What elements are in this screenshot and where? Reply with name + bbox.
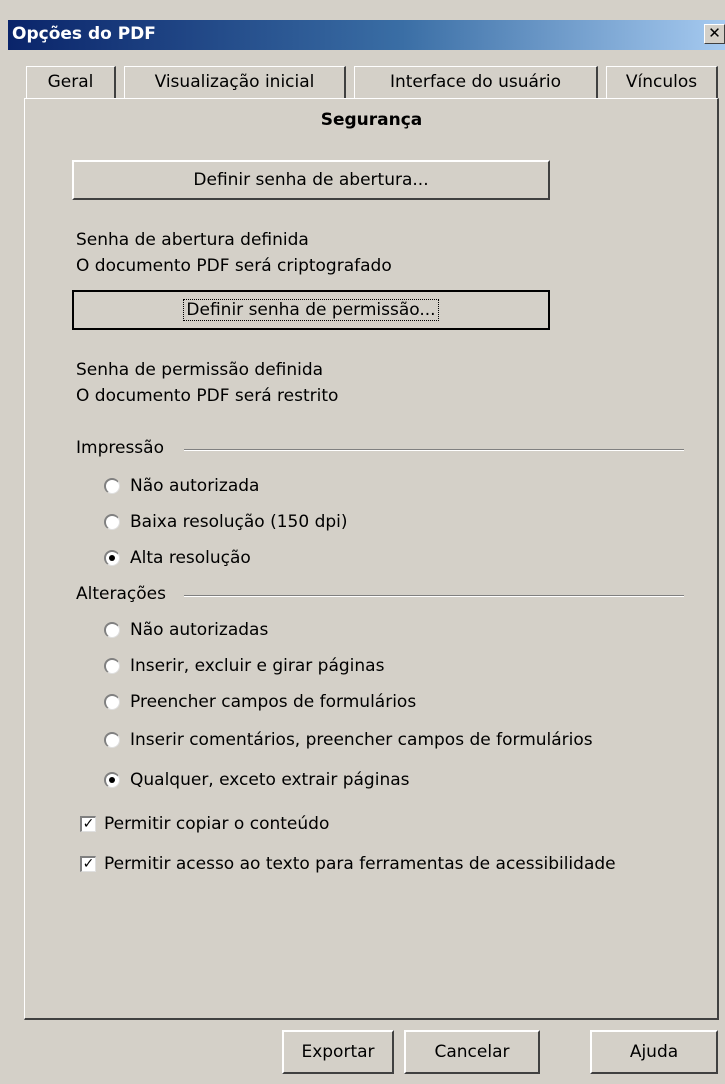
- cancel-button[interactable]: Cancelar: [404, 1030, 540, 1074]
- print-low-res-radio[interactable]: [104, 514, 120, 530]
- changes-any-except-extract-label[interactable]: Qualquer, exceto extrair páginas: [130, 770, 410, 790]
- radio-selected-dot: [109, 777, 115, 783]
- check-icon: ✓: [82, 816, 95, 832]
- close-button[interactable]: ✕: [704, 24, 725, 44]
- changes-comments-forms-radio[interactable]: [104, 732, 120, 748]
- print-low-res-label[interactable]: Baixa resolução (150 dpi): [130, 512, 348, 532]
- pdf-options-dialog: Opções do PDF ✕ Geral Visualização inici…: [0, 0, 725, 1084]
- tab-interface-do-usuario[interactable]: Interface do usuário: [354, 66, 598, 98]
- tab-vinculos[interactable]: Vínculos: [606, 66, 718, 98]
- printing-group-divider: [184, 449, 684, 451]
- check-icon: ✓: [82, 856, 95, 872]
- permission-password-restricted-note: O documento PDF será restrito: [76, 386, 339, 406]
- changes-comments-forms-label[interactable]: Inserir comentários, preencher campos de…: [130, 730, 593, 750]
- open-password-encrypted-note: O documento PDF será criptografado: [76, 256, 392, 276]
- changes-insert-delete-rotate-radio[interactable]: [104, 658, 120, 674]
- changes-group-divider: [184, 595, 684, 597]
- tab-visualizacao-inicial[interactable]: Visualização inicial: [124, 66, 346, 98]
- permission-password-status: Senha de permissão definida: [76, 360, 324, 380]
- help-button[interactable]: Ajuda: [590, 1030, 718, 1074]
- changes-any-except-extract-radio[interactable]: [104, 772, 120, 788]
- allow-copy-checkbox[interactable]: ✓: [80, 816, 96, 832]
- tab-geral[interactable]: Geral: [26, 66, 116, 98]
- print-not-allowed-radio[interactable]: [104, 478, 120, 494]
- radio-selected-dot: [109, 555, 115, 561]
- changes-insert-delete-rotate-label[interactable]: Inserir, excluir e girar páginas: [130, 656, 384, 676]
- title-bar: Opções do PDF ✕: [8, 20, 725, 50]
- window-title: Opções do PDF: [12, 24, 156, 44]
- changes-fill-forms-label[interactable]: Preencher campos de formulários: [130, 692, 416, 712]
- section-title: Segurança: [320, 110, 423, 130]
- print-not-allowed-label[interactable]: Não autorizada: [130, 476, 259, 496]
- changes-not-allowed-radio[interactable]: [104, 622, 120, 638]
- export-button[interactable]: Exportar: [282, 1030, 394, 1074]
- print-high-res-label[interactable]: Alta resolução: [130, 548, 251, 568]
- allow-accessibility-label[interactable]: Permitir acesso ao texto para ferramenta…: [104, 854, 616, 874]
- changes-not-allowed-label[interactable]: Não autorizadas: [130, 620, 268, 640]
- allow-copy-label[interactable]: Permitir copiar o conteúdo: [104, 814, 329, 834]
- set-permission-password-button[interactable]: Definir senha de permissão...: [72, 290, 550, 330]
- set-open-password-button[interactable]: Definir senha de abertura...: [72, 160, 550, 200]
- print-high-res-radio[interactable]: [104, 550, 120, 566]
- open-password-status: Senha de abertura definida: [76, 230, 309, 250]
- close-icon: ✕: [708, 24, 721, 42]
- changes-fill-forms-radio[interactable]: [104, 694, 120, 710]
- allow-accessibility-checkbox[interactable]: ✓: [80, 856, 96, 872]
- printing-group-label: Impressão: [76, 438, 164, 458]
- changes-group-label: Alterações: [76, 584, 166, 604]
